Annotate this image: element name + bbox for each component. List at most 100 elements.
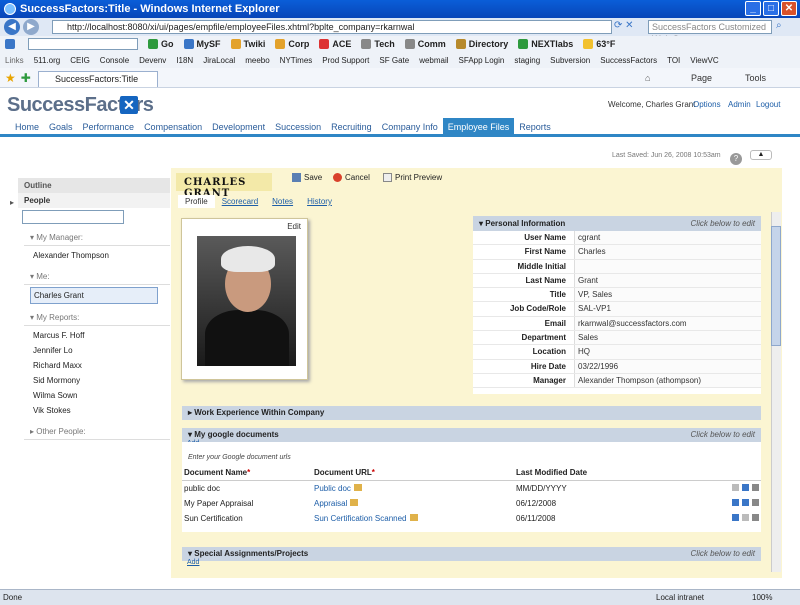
toolbar-item-comm[interactable]: Comm — [404, 39, 446, 49]
personal-info-header[interactable]: ▾ Personal Information Click below to ed… — [473, 216, 761, 231]
link-prod-support[interactable]: Prod Support — [322, 56, 369, 65]
help-icon[interactable]: ? — [730, 153, 742, 165]
tab-scorecard[interactable]: Scorecard — [215, 195, 265, 208]
browser-search-input[interactable]: SuccessFactors Customized Web Searc — [648, 20, 772, 44]
my-reports-section[interactable]: ▾ My Reports: — [24, 310, 170, 326]
print-preview-button[interactable]: Print Preview — [383, 173, 442, 182]
people-tab[interactable]: People — [18, 193, 170, 208]
pi-row[interactable]: Hire Date 03/22/1996 — [473, 359, 761, 374]
report-item[interactable]: Sid Mormony — [18, 373, 170, 388]
google-docs-header[interactable]: ▾ My google documents Click below to edi… — [182, 428, 761, 442]
toolbar-item-ace[interactable]: ACE — [319, 39, 351, 49]
tab-profile[interactable]: Profile — [178, 195, 215, 208]
toolbar-item-mysf[interactable]: MySF — [183, 39, 221, 49]
nav-tab-development[interactable]: Development — [207, 118, 270, 134]
collapse-toggle-icon[interactable]: ▲ — [750, 150, 772, 160]
nav-tab-reports[interactable]: Reports — [514, 118, 556, 134]
scrollbar-thumb[interactable] — [771, 226, 781, 346]
pi-row[interactable]: Location HQ — [473, 345, 761, 360]
toolbar-item-tech[interactable]: Tech — [361, 39, 395, 49]
tab-notes[interactable]: Notes — [265, 195, 300, 208]
work-experience-header[interactable]: ▸ Work Experience Within Company — [182, 406, 761, 420]
nav-tab-succession[interactable]: Succession — [270, 118, 326, 134]
my-manager-section[interactable]: ▾ My Manager: — [24, 230, 170, 246]
link-console[interactable]: Console — [100, 56, 129, 65]
report-item[interactable]: Vik Stokes — [18, 403, 170, 418]
back-icon[interactable]: ◀ — [4, 19, 20, 35]
zoom-level[interactable]: 100% — [752, 593, 772, 602]
report-item[interactable]: Richard Maxx — [18, 358, 170, 373]
edit-pencil-icon[interactable] — [353, 484, 362, 491]
pi-row[interactable]: Email rkarnwal@successfactors.com — [473, 316, 761, 332]
move-up-icon[interactable] — [732, 499, 739, 506]
link-sfapp-login[interactable]: SFApp Login — [459, 56, 505, 65]
maximize-icon[interactable]: □ — [763, 1, 779, 16]
panel-toggle-icon[interactable]: ▸ — [10, 198, 14, 207]
delete-icon[interactable] — [752, 499, 759, 506]
nav-tab-company-info[interactable]: Company Info — [377, 118, 443, 134]
nav-tab-goals[interactable]: Goals — [44, 118, 78, 134]
pi-row[interactable]: Last Name Grant — [473, 273, 761, 289]
other-people-section[interactable]: ▸ Other People: — [24, 424, 170, 440]
forward-icon[interactable]: ▶ — [23, 19, 39, 35]
toolbar-item-go[interactable]: Go — [148, 39, 174, 49]
search-icon[interactable]: ⌕ — [776, 20, 782, 31]
toolbar-item-corp[interactable]: Corp — [275, 39, 309, 49]
link-i18n[interactable]: I18N — [176, 56, 193, 65]
edit-pencil-icon[interactable] — [409, 514, 418, 521]
cancel-button[interactable]: Cancel — [333, 173, 370, 182]
special-assignments-add-link[interactable]: Add — [187, 559, 199, 566]
doc-url-link[interactable]: Public doc — [314, 484, 351, 493]
toolbar-item-nextlabs[interactable]: NEXTlabs — [518, 39, 573, 49]
special-assignments-header[interactable]: ▾ Special Assignments/Projects Click bel… — [182, 547, 761, 561]
doc-url-link[interactable]: Appraisal — [314, 499, 347, 508]
minimize-icon[interactable]: _ — [745, 1, 761, 16]
move-up-icon[interactable] — [732, 484, 739, 491]
pi-row[interactable]: User Name cgrant — [473, 231, 761, 246]
tools-menu[interactable]: Tools — [745, 73, 766, 83]
delete-icon[interactable] — [752, 484, 759, 491]
page-menu[interactable]: Page — [691, 73, 712, 83]
nav-tab-employee-files[interactable]: Employee Files — [442, 118, 515, 134]
link-meebo[interactable]: meebo — [245, 56, 269, 65]
favorites-star-icon[interactable]: ★ — [5, 71, 16, 85]
link-webmail[interactable]: webmail — [419, 56, 448, 65]
photo-edit-link[interactable]: Edit — [287, 222, 301, 231]
pi-row[interactable]: Middle Initial — [473, 259, 761, 274]
logout-link[interactable]: Logout — [756, 100, 780, 109]
nav-tab-compensation[interactable]: Compensation — [139, 118, 207, 134]
link-viewvc[interactable]: ViewVC — [690, 56, 718, 65]
pi-row[interactable]: Job Code/Role SAL-VP1 — [473, 302, 761, 317]
link-devenv[interactable]: Devenv — [139, 56, 166, 65]
people-search-input[interactable] — [22, 210, 124, 224]
home-icon[interactable]: ⌂ — [645, 73, 650, 83]
move-down-icon[interactable] — [742, 499, 749, 506]
nav-tab-home[interactable]: Home — [10, 118, 44, 134]
nav-tab-recruiting[interactable]: Recruiting — [326, 118, 377, 134]
link-successfactors[interactable]: SuccessFactors — [600, 56, 657, 65]
nav-tab-performance[interactable]: Performance — [78, 118, 140, 134]
toolbar-item-weather[interactable]: 63°F — [583, 39, 615, 49]
toolbar-item-twiki[interactable]: Twiki — [230, 39, 265, 49]
link-nytimes[interactable]: NYTimes — [280, 56, 313, 65]
browser-tab[interactable]: SuccessFactors:Title — [38, 71, 158, 87]
close-icon[interactable]: ✕ — [781, 1, 797, 16]
move-up-icon[interactable] — [732, 514, 739, 521]
toolbar-search-input[interactable] — [28, 38, 138, 50]
move-down-icon[interactable] — [742, 484, 749, 491]
link-511org[interactable]: 511.org — [34, 56, 61, 65]
me-item-selected[interactable]: Charles Grant — [30, 287, 158, 304]
tab-history[interactable]: History — [300, 195, 339, 208]
link-jiralocal[interactable]: JiraLocal — [203, 56, 235, 65]
manager-item[interactable]: Alexander Thompson — [18, 248, 170, 263]
refresh-stop-icons[interactable]: ⟳ ✕ — [614, 20, 644, 34]
toolbar-item-directory[interactable]: Directory — [455, 39, 508, 49]
report-item[interactable]: Jennifer Lo — [18, 343, 170, 358]
link-sf-gate[interactable]: SF Gate — [379, 56, 409, 65]
save-button[interactable]: Save — [292, 173, 322, 182]
report-item[interactable]: Marcus F. Hoff — [18, 328, 170, 343]
delete-icon[interactable] — [752, 514, 759, 521]
move-down-icon[interactable] — [742, 514, 749, 521]
link-ceig[interactable]: CEIG — [70, 56, 90, 65]
me-section[interactable]: ▾ Me: — [24, 269, 170, 285]
